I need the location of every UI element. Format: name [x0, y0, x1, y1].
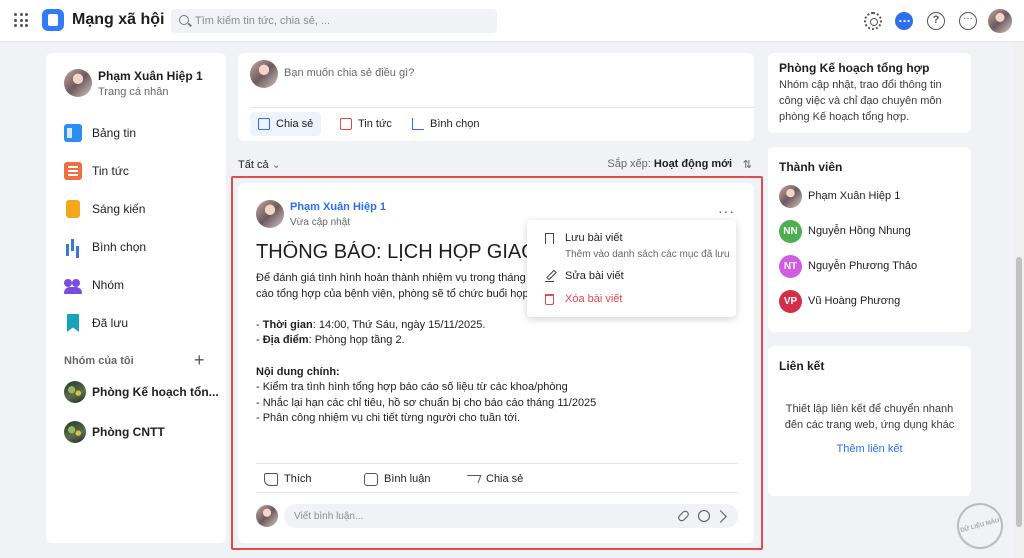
group-avatar [64, 381, 86, 403]
group-title: Phòng Kế hoạch tổng hợp [779, 61, 930, 75]
poll-icon [412, 118, 424, 130]
app-title[interactable]: Mạng xã hội [72, 11, 164, 29]
members-card: Thành viên Phạm Xuân Hiệp 1 NN Nguyễn Hồ… [768, 147, 971, 332]
member-name: Nguyễn Hồng Nhung [808, 225, 911, 237]
sidebar-item-initiatives[interactable]: Sáng kiến [64, 196, 214, 222]
sidebar-item-label: Bình chọn [92, 240, 147, 254]
post-composer: Chia sẻ Tin tức Bình chọn [238, 53, 754, 141]
sidebar-item-label: Tin tức [92, 164, 129, 178]
sidebar-group-it[interactable]: Phòng CNTT [64, 419, 165, 445]
sidebar-item-saved[interactable]: Đã lưu [64, 310, 214, 336]
member-item[interactable]: Phạm Xuân Hiệp 1 [779, 184, 900, 208]
member-name: Nguyễn Phương Thảo [808, 260, 918, 272]
search-bar[interactable] [171, 9, 497, 33]
help-icon[interactable]: ? [927, 12, 945, 30]
article-icon [64, 162, 82, 180]
member-item[interactable]: NT Nguyễn Phương Thảo [779, 254, 917, 278]
user-avatar[interactable] [988, 9, 1012, 33]
app-grid-icon[interactable] [14, 13, 28, 27]
left-sidebar: Phạm Xuân Hiệp 1 Trang cá nhân Bảng tin … [46, 53, 226, 543]
app-logo-icon[interactable] [42, 9, 64, 31]
sidebar-item-label: Nhóm [92, 278, 125, 292]
search-icon [179, 15, 189, 25]
top-bar: Mạng xã hội ? ··· [0, 0, 1024, 42]
sidebar-item-news[interactable]: Tin tức [64, 158, 214, 184]
composer-input[interactable] [284, 67, 734, 79]
sidebar-item-groups[interactable]: Nhóm [64, 272, 214, 298]
poll-button[interactable]: Bình chọn [404, 112, 488, 136]
group-icon [64, 276, 82, 294]
poll-icon [64, 238, 82, 256]
member-avatar: NT [779, 254, 802, 278]
chevron-down-icon: ⌄ [271, 159, 281, 171]
links-card: Liên kết Thiết lập liên kết để chuyển nh… [768, 346, 971, 496]
sidebar-item-label: Đã lưu [92, 316, 129, 330]
group-label: Phòng Kế hoạch tổn... [92, 385, 219, 399]
poll-label: Bình chọn [430, 118, 480, 130]
search-input[interactable] [195, 9, 491, 33]
member-name: Phạm Xuân Hiệp 1 [808, 190, 901, 202]
add-group-icon[interactable]: + [194, 351, 205, 369]
news-feed-icon [64, 124, 82, 142]
member-avatar: VP [779, 289, 802, 313]
more-icon[interactable]: ··· [959, 12, 977, 30]
news-icon [340, 118, 352, 130]
members-title: Thành viên [779, 160, 843, 174]
sidebar-item-label: Bảng tin [92, 126, 137, 140]
links-title: Liên kết [779, 359, 825, 373]
member-item[interactable]: VP Vũ Hoàng Phương [779, 289, 900, 313]
group-description: Nhóm cập nhật, trao đổi thông tin công v… [779, 79, 942, 123]
sidebar-item-news-feed[interactable]: Bảng tin [64, 120, 214, 146]
divider [250, 107, 754, 108]
share-label: Chia sẻ [276, 118, 314, 130]
share-button[interactable]: Chia sẻ [250, 112, 322, 136]
scrollbar-thumb[interactable] [1016, 257, 1022, 527]
sort-prefix: Sắp xếp: [607, 158, 654, 170]
sidebar-item-label: Sáng kiến [92, 202, 146, 216]
profile-name[interactable]: Phạm Xuân Hiệp 1 [98, 69, 203, 83]
member-name: Vũ Hoàng Phương [808, 295, 901, 307]
news-label: Tin tức [358, 118, 392, 130]
group-label: Phòng CNTT [92, 425, 165, 439]
sort-dropdown[interactable]: Sắp xếp: Hoạt động mới [607, 158, 732, 170]
composer-avatar [250, 60, 278, 88]
sidebar-item-polls[interactable]: Bình chọn [64, 234, 214, 260]
watermark-stamp: DỮ LIỆU MẪU [951, 497, 1009, 555]
scrollbar[interactable] [1014, 42, 1024, 558]
add-link-button[interactable]: Thêm liên kết [768, 443, 971, 455]
gear-icon[interactable] [864, 12, 882, 30]
member-item[interactable]: NN Nguyễn Hồng Nhung [779, 219, 911, 243]
sort-value: Hoạt động mới [653, 158, 732, 170]
bookmark-icon [67, 314, 79, 332]
sort-icon[interactable]: ⇅ [743, 158, 752, 171]
filter-label: Tất cả [238, 159, 269, 171]
profile-subtitle: Trang cá nhân [98, 86, 169, 98]
filter-dropdown[interactable]: Tất cả ⌄ [238, 158, 281, 171]
group-avatar [64, 421, 86, 443]
group-info-card: Phòng Kế hoạch tổng hợp Nhóm cập nhật, t… [768, 53, 971, 133]
chat-icon[interactable] [895, 10, 913, 30]
news-button[interactable]: Tin tức [332, 112, 400, 136]
post-highlight-frame [231, 176, 763, 550]
sidebar-group-planning[interactable]: Phòng Kế hoạch tổn... [64, 379, 219, 405]
profile-avatar[interactable] [64, 69, 92, 97]
links-description: Thiết lập liên kết để chuyển nhanh đến c… [784, 403, 955, 431]
member-avatar [779, 184, 802, 208]
bulb-icon [66, 200, 80, 218]
share-icon [258, 118, 270, 130]
member-avatar: NN [779, 219, 802, 243]
my-groups-title: Nhóm của tôi [64, 355, 134, 367]
feed-filter-bar: Tất cả ⌄ Sắp xếp: Hoạt động mới ⇅ [238, 158, 754, 174]
